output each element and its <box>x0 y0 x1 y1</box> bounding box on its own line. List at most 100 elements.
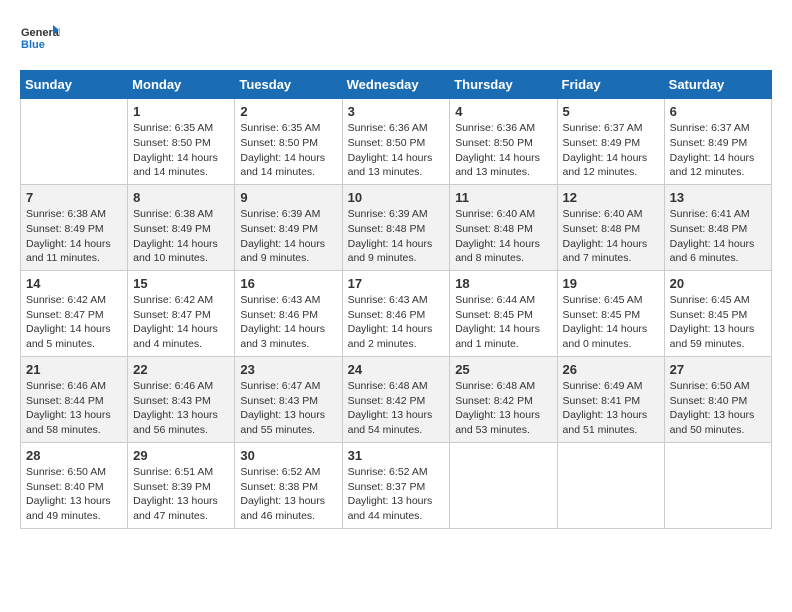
day-info: Sunrise: 6:36 AM Sunset: 8:50 PM Dayligh… <box>348 121 445 180</box>
day-info: Sunrise: 6:38 AM Sunset: 8:49 PM Dayligh… <box>26 207 122 266</box>
calendar-cell: 15Sunrise: 6:42 AM Sunset: 8:47 PM Dayli… <box>128 270 235 356</box>
calendar-cell: 30Sunrise: 6:52 AM Sunset: 8:38 PM Dayli… <box>235 442 342 528</box>
day-info: Sunrise: 6:40 AM Sunset: 8:48 PM Dayligh… <box>563 207 659 266</box>
col-header-sunday: Sunday <box>21 71 128 99</box>
logo: General Blue <box>20 20 60 60</box>
day-info: Sunrise: 6:52 AM Sunset: 8:38 PM Dayligh… <box>240 465 336 524</box>
calendar-cell <box>557 442 664 528</box>
day-info: Sunrise: 6:37 AM Sunset: 8:49 PM Dayligh… <box>670 121 766 180</box>
day-number: 30 <box>240 447 336 465</box>
day-number: 29 <box>133 447 229 465</box>
day-number: 24 <box>348 361 445 379</box>
day-number: 10 <box>348 189 445 207</box>
day-info: Sunrise: 6:39 AM Sunset: 8:48 PM Dayligh… <box>348 207 445 266</box>
day-info: Sunrise: 6:40 AM Sunset: 8:48 PM Dayligh… <box>455 207 551 266</box>
calendar-cell: 24Sunrise: 6:48 AM Sunset: 8:42 PM Dayli… <box>342 356 450 442</box>
day-info: Sunrise: 6:49 AM Sunset: 8:41 PM Dayligh… <box>563 379 659 438</box>
calendar-cell: 10Sunrise: 6:39 AM Sunset: 8:48 PM Dayli… <box>342 184 450 270</box>
day-number: 16 <box>240 275 336 293</box>
calendar-cell: 2Sunrise: 6:35 AM Sunset: 8:50 PM Daylig… <box>235 99 342 185</box>
calendar-cell: 1Sunrise: 6:35 AM Sunset: 8:50 PM Daylig… <box>128 99 235 185</box>
day-info: Sunrise: 6:48 AM Sunset: 8:42 PM Dayligh… <box>455 379 551 438</box>
calendar-cell: 19Sunrise: 6:45 AM Sunset: 8:45 PM Dayli… <box>557 270 664 356</box>
calendar-cell: 28Sunrise: 6:50 AM Sunset: 8:40 PM Dayli… <box>21 442 128 528</box>
calendar-cell: 9Sunrise: 6:39 AM Sunset: 8:49 PM Daylig… <box>235 184 342 270</box>
col-header-wednesday: Wednesday <box>342 71 450 99</box>
day-number: 31 <box>348 447 445 465</box>
calendar-cell: 25Sunrise: 6:48 AM Sunset: 8:42 PM Dayli… <box>450 356 557 442</box>
day-number: 7 <box>26 189 122 207</box>
page-header: General Blue <box>20 20 772 60</box>
calendar-cell: 11Sunrise: 6:40 AM Sunset: 8:48 PM Dayli… <box>450 184 557 270</box>
day-number: 28 <box>26 447 122 465</box>
calendar-cell: 7Sunrise: 6:38 AM Sunset: 8:49 PM Daylig… <box>21 184 128 270</box>
day-number: 20 <box>670 275 766 293</box>
day-number: 6 <box>670 103 766 121</box>
day-info: Sunrise: 6:37 AM Sunset: 8:49 PM Dayligh… <box>563 121 659 180</box>
calendar-cell: 14Sunrise: 6:42 AM Sunset: 8:47 PM Dayli… <box>21 270 128 356</box>
day-info: Sunrise: 6:50 AM Sunset: 8:40 PM Dayligh… <box>670 379 766 438</box>
week-row-3: 14Sunrise: 6:42 AM Sunset: 8:47 PM Dayli… <box>21 270 772 356</box>
calendar-cell: 8Sunrise: 6:38 AM Sunset: 8:49 PM Daylig… <box>128 184 235 270</box>
day-number: 14 <box>26 275 122 293</box>
day-number: 23 <box>240 361 336 379</box>
calendar-cell: 31Sunrise: 6:52 AM Sunset: 8:37 PM Dayli… <box>342 442 450 528</box>
day-info: Sunrise: 6:38 AM Sunset: 8:49 PM Dayligh… <box>133 207 229 266</box>
day-info: Sunrise: 6:36 AM Sunset: 8:50 PM Dayligh… <box>455 121 551 180</box>
calendar-cell: 29Sunrise: 6:51 AM Sunset: 8:39 PM Dayli… <box>128 442 235 528</box>
calendar-cell: 5Sunrise: 6:37 AM Sunset: 8:49 PM Daylig… <box>557 99 664 185</box>
calendar-cell: 27Sunrise: 6:50 AM Sunset: 8:40 PM Dayli… <box>664 356 771 442</box>
calendar-cell: 22Sunrise: 6:46 AM Sunset: 8:43 PM Dayli… <box>128 356 235 442</box>
col-header-thursday: Thursday <box>450 71 557 99</box>
day-number: 26 <box>563 361 659 379</box>
col-header-monday: Monday <box>128 71 235 99</box>
day-number: 4 <box>455 103 551 121</box>
day-info: Sunrise: 6:46 AM Sunset: 8:43 PM Dayligh… <box>133 379 229 438</box>
logo-svg: General Blue <box>20 20 60 60</box>
col-header-friday: Friday <box>557 71 664 99</box>
day-number: 1 <box>133 103 229 121</box>
day-number: 13 <box>670 189 766 207</box>
calendar-cell: 26Sunrise: 6:49 AM Sunset: 8:41 PM Dayli… <box>557 356 664 442</box>
col-header-saturday: Saturday <box>664 71 771 99</box>
day-number: 9 <box>240 189 336 207</box>
day-info: Sunrise: 6:47 AM Sunset: 8:43 PM Dayligh… <box>240 379 336 438</box>
day-info: Sunrise: 6:44 AM Sunset: 8:45 PM Dayligh… <box>455 293 551 352</box>
day-number: 18 <box>455 275 551 293</box>
day-info: Sunrise: 6:45 AM Sunset: 8:45 PM Dayligh… <box>563 293 659 352</box>
day-info: Sunrise: 6:35 AM Sunset: 8:50 PM Dayligh… <box>240 121 336 180</box>
day-info: Sunrise: 6:35 AM Sunset: 8:50 PM Dayligh… <box>133 121 229 180</box>
svg-text:Blue: Blue <box>21 39 45 51</box>
day-info: Sunrise: 6:50 AM Sunset: 8:40 PM Dayligh… <box>26 465 122 524</box>
col-header-tuesday: Tuesday <box>235 71 342 99</box>
day-info: Sunrise: 6:52 AM Sunset: 8:37 PM Dayligh… <box>348 465 445 524</box>
calendar-cell: 23Sunrise: 6:47 AM Sunset: 8:43 PM Dayli… <box>235 356 342 442</box>
day-info: Sunrise: 6:39 AM Sunset: 8:49 PM Dayligh… <box>240 207 336 266</box>
day-number: 25 <box>455 361 551 379</box>
day-info: Sunrise: 6:43 AM Sunset: 8:46 PM Dayligh… <box>348 293 445 352</box>
day-number: 27 <box>670 361 766 379</box>
week-row-4: 21Sunrise: 6:46 AM Sunset: 8:44 PM Dayli… <box>21 356 772 442</box>
day-number: 19 <box>563 275 659 293</box>
calendar-cell: 6Sunrise: 6:37 AM Sunset: 8:49 PM Daylig… <box>664 99 771 185</box>
day-number: 11 <box>455 189 551 207</box>
calendar-cell: 17Sunrise: 6:43 AM Sunset: 8:46 PM Dayli… <box>342 270 450 356</box>
calendar-cell: 18Sunrise: 6:44 AM Sunset: 8:45 PM Dayli… <box>450 270 557 356</box>
day-info: Sunrise: 6:51 AM Sunset: 8:39 PM Dayligh… <box>133 465 229 524</box>
day-number: 5 <box>563 103 659 121</box>
week-row-5: 28Sunrise: 6:50 AM Sunset: 8:40 PM Dayli… <box>21 442 772 528</box>
day-number: 12 <box>563 189 659 207</box>
calendar-cell <box>21 99 128 185</box>
calendar-cell: 4Sunrise: 6:36 AM Sunset: 8:50 PM Daylig… <box>450 99 557 185</box>
day-number: 3 <box>348 103 445 121</box>
day-info: Sunrise: 6:43 AM Sunset: 8:46 PM Dayligh… <box>240 293 336 352</box>
day-info: Sunrise: 6:41 AM Sunset: 8:48 PM Dayligh… <box>670 207 766 266</box>
calendar-table: SundayMondayTuesdayWednesdayThursdayFrid… <box>20 70 772 529</box>
day-number: 8 <box>133 189 229 207</box>
day-number: 17 <box>348 275 445 293</box>
day-info: Sunrise: 6:45 AM Sunset: 8:45 PM Dayligh… <box>670 293 766 352</box>
day-info: Sunrise: 6:42 AM Sunset: 8:47 PM Dayligh… <box>133 293 229 352</box>
day-info: Sunrise: 6:42 AM Sunset: 8:47 PM Dayligh… <box>26 293 122 352</box>
calendar-cell: 12Sunrise: 6:40 AM Sunset: 8:48 PM Dayli… <box>557 184 664 270</box>
day-info: Sunrise: 6:48 AM Sunset: 8:42 PM Dayligh… <box>348 379 445 438</box>
